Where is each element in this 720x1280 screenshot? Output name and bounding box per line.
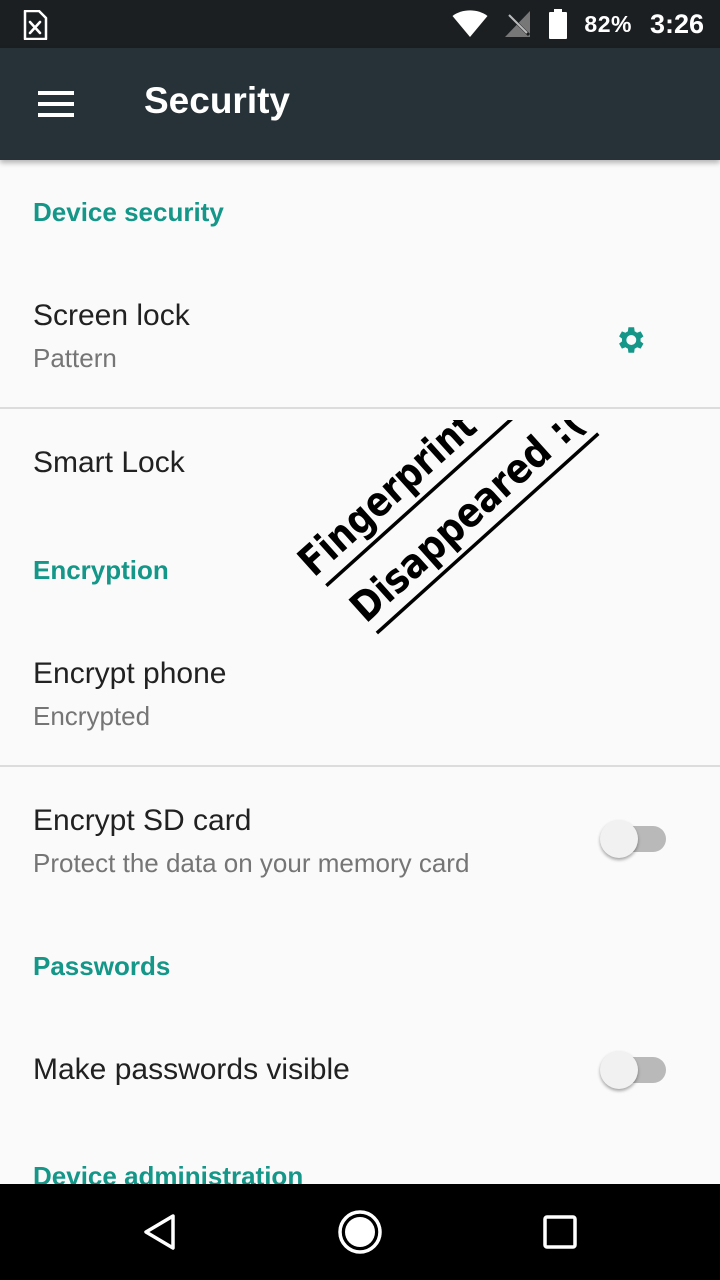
home-icon bbox=[338, 1210, 382, 1254]
hamburger-menu-button[interactable] bbox=[22, 78, 90, 130]
navigation-bar bbox=[0, 1184, 720, 1280]
settings-list[interactable]: Device security Screen lock Pattern Smar… bbox=[0, 160, 720, 1184]
back-icon bbox=[144, 1214, 175, 1250]
gear-icon[interactable] bbox=[613, 323, 647, 357]
home-button[interactable] bbox=[330, 1204, 390, 1260]
screen-lock-summary: Pattern bbox=[33, 343, 117, 373]
battery-percentage: 82% bbox=[584, 10, 632, 37]
encrypt-phone-summary: Encrypted bbox=[33, 701, 151, 731]
no-signal-icon bbox=[505, 11, 531, 37]
back-button[interactable] bbox=[130, 1204, 190, 1260]
app-bar: Security bbox=[0, 48, 720, 160]
clock: 3:26 bbox=[649, 8, 704, 39]
sim-error-icon bbox=[23, 10, 48, 40]
status-bar: 82% 3:26 bbox=[0, 0, 720, 48]
screen-lock-title: Screen lock bbox=[33, 299, 190, 332]
recents-button[interactable] bbox=[530, 1204, 590, 1260]
smart-lock-title: Smart Lock bbox=[33, 446, 185, 479]
section-header-encryption: Encryption bbox=[33, 555, 169, 585]
encrypt-phone-title: Encrypt phone bbox=[33, 657, 227, 690]
wifi-icon bbox=[452, 10, 488, 37]
divider bbox=[0, 765, 720, 767]
make-passwords-visible-title: Make passwords visible bbox=[33, 1053, 350, 1086]
switch-thumb bbox=[600, 1051, 638, 1089]
encrypt-sd-card-summary: Protect the data on your memory card bbox=[33, 848, 470, 878]
section-header-device-security: Device security bbox=[33, 197, 224, 227]
encrypt-sd-card-switch[interactable] bbox=[600, 818, 668, 858]
section-header-device-administration: Device administration bbox=[33, 1161, 304, 1184]
hamburger-menu-icon bbox=[38, 91, 74, 117]
switch-thumb bbox=[600, 820, 638, 858]
battery-icon bbox=[549, 9, 568, 39]
page-title: Security bbox=[144, 80, 291, 121]
encrypt-sd-card-title: Encrypt SD card bbox=[33, 804, 252, 837]
recents-icon bbox=[543, 1215, 577, 1249]
divider bbox=[0, 407, 720, 409]
section-header-passwords: Passwords bbox=[33, 951, 171, 981]
make-passwords-visible-switch[interactable] bbox=[600, 1049, 668, 1089]
